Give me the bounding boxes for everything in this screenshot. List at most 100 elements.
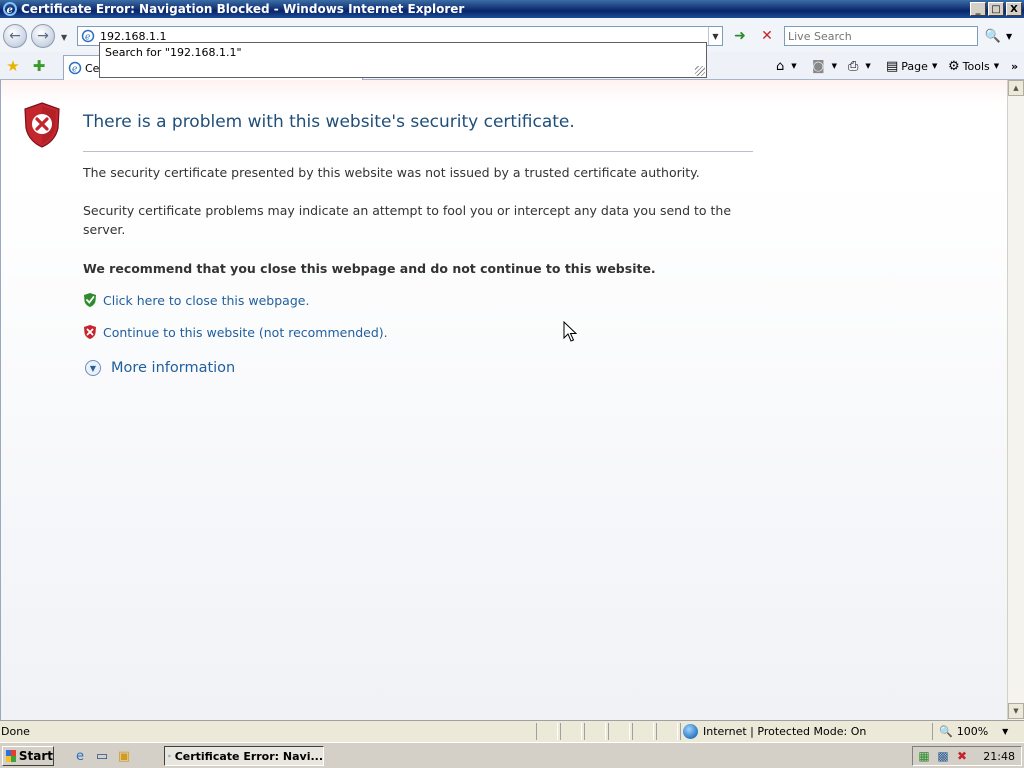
status-text: Done [1,725,30,738]
search-icon: 🔍 [984,28,1002,44]
scroll-up-button[interactable]: ▲ [1008,80,1024,96]
error-title: There is a problem with this website's s… [83,112,575,132]
page-menu-label: Page [901,59,928,73]
tools-menu[interactable]: ⚙ Tools ▼ [948,56,999,76]
taskbar-ie-window-button[interactable]: e Certificate Error: Navi... [164,746,324,766]
status-panel [632,723,654,740]
zoom-dropdown-icon[interactable]: ▼ [1002,727,1008,736]
continue-website-link[interactable]: Continue to this website (not recommende… [83,324,388,340]
stop-button[interactable]: ✕ [756,26,778,46]
close-webpage-link[interactable]: Click here to close this webpage. [83,292,309,308]
status-panel [656,723,678,740]
resize-grip-icon[interactable] [695,66,705,76]
security-zone[interactable]: Internet | Protected Mode: On [680,723,866,740]
quicklaunch-media-icon[interactable]: ▣ [116,748,132,764]
tray-volume-muted-icon[interactable]: ✖ [954,748,970,764]
zone-label: Internet | Protected Mode: On [703,725,867,738]
add-favorites-icon[interactable]: ✚ [30,57,48,75]
taskbar-ie-window-label: Certificate Error: Navi... [174,749,323,763]
favorites-star-icon[interactable]: ★ [4,57,22,75]
error-warning: Security certificate problems may indica… [83,203,732,237]
status-bar: Done Internet | Protected Mode: On 🔍 100… [0,720,1024,742]
more-information-toggle[interactable]: ▼ More information [85,360,235,376]
search-box[interactable] [784,26,978,46]
green-shield-icon [84,293,96,307]
vertical-scrollbar[interactable]: ▲ ▼ [1007,80,1024,720]
home-icon: ⌂ [776,58,785,74]
zoom-level: 100% [956,725,989,738]
red-shield-icon [84,325,96,339]
print-dropdown-icon[interactable]: ▼ [865,62,870,70]
tools-menu-dropdown-icon: ▼ [993,62,1000,70]
search-input[interactable] [785,27,977,45]
mouse-cursor-icon [563,321,577,342]
page-content: There is a problem with this website's s… [0,80,1007,720]
svg-text:e: e [85,33,90,43]
status-panel [608,723,630,740]
go-button[interactable]: ➜ [729,26,751,46]
page-icon: e [80,28,96,44]
svg-text:e: e [7,5,13,16]
tab-page-icon: e [68,61,82,75]
toolbar-overflow-icon[interactable]: » [1011,56,1018,76]
start-button[interactable]: Start [2,746,54,766]
address-input[interactable] [100,29,708,43]
maximize-button[interactable]: □ [988,2,1004,16]
forward-arrow-icon: → [37,28,49,44]
error-description: The security certificate presented by th… [83,165,700,180]
window-title: Certificate Error: Navigation Blocked - … [21,2,465,16]
close-webpage-label[interactable]: Click here to close this webpage. [103,293,309,308]
back-button[interactable]: ← [3,24,27,48]
scroll-down-button[interactable]: ▼ [1008,703,1024,719]
forward-button[interactable]: → [31,24,55,48]
close-window-button[interactable]: X [1006,2,1022,16]
system-tray: ▦ ▩ ✖ 21:48 [912,746,1022,766]
tray-network-icon[interactable]: ▩ [935,748,951,764]
address-autocomplete[interactable]: Search for "192.168.1.1" [99,42,707,78]
page-menu-dropdown-icon: ▼ [931,62,938,70]
page-menu[interactable]: ▤ Page ▼ [886,56,937,76]
error-shield-icon [24,102,60,148]
ie-logo-icon: e [3,2,17,16]
feeds-button[interactable]: ◙ ▼ [812,56,837,76]
back-arrow-icon: ← [9,28,21,44]
minimize-button[interactable]: _ [970,2,986,16]
status-panel [560,723,582,740]
recent-pages-dropdown-icon[interactable]: ▼ [61,33,67,42]
print-button[interactable]: ⎙ ▼ [848,56,871,76]
zoom-icon: 🔍 [939,725,953,738]
tray-update-icon[interactable]: ▦ [916,748,932,764]
recommendation-text: We recommend that you close this webpage… [83,261,656,276]
status-panel [584,723,606,740]
clock: 21:48 [983,749,1015,763]
zoom-control[interactable]: 🔍 100% ▼ [932,723,1008,740]
feeds-icon: ◙ [812,58,825,74]
search-options-dropdown-icon[interactable]: ▼ [1006,32,1012,41]
autocomplete-suggestion[interactable]: Search for "192.168.1.1" [105,46,242,59]
printer-icon: ⎙ [848,58,859,74]
go-arrow-icon: ➜ [734,28,746,44]
globe-icon [683,724,698,739]
stop-x-icon: ✕ [761,28,773,44]
quicklaunch-desktop-icon[interactable]: ▭ [94,748,110,764]
home-button[interactable]: ⌂ ▼ [776,56,797,76]
quicklaunch-ie-icon[interactable]: e [72,748,88,764]
windows-logo-icon [6,750,16,762]
feeds-dropdown-icon[interactable]: ▼ [832,62,837,70]
tools-menu-label: Tools [962,59,990,73]
taskbar: Start e ▭ ▣ e Certificate Error: Navi...… [0,742,1024,768]
title-divider [83,151,753,152]
title-bar: e Certificate Error: Navigation Blocked … [0,0,1024,18]
search-button[interactable]: 🔍 [982,26,1004,46]
gear-icon: ⚙ [948,58,960,74]
start-label: Start [18,749,53,763]
page-menu-icon: ▤ [886,58,899,74]
home-dropdown-icon[interactable]: ▼ [791,62,796,70]
more-information-label[interactable]: More information [111,360,235,376]
address-dropdown-icon[interactable]: ▼ [708,27,722,45]
continue-website-label[interactable]: Continue to this website (not recommende… [103,325,388,340]
svg-text:e: e [72,65,77,75]
expand-chevron-icon[interactable]: ▼ [85,360,101,376]
status-panel [536,723,558,740]
taskbar-ie-icon: e [168,754,171,758]
